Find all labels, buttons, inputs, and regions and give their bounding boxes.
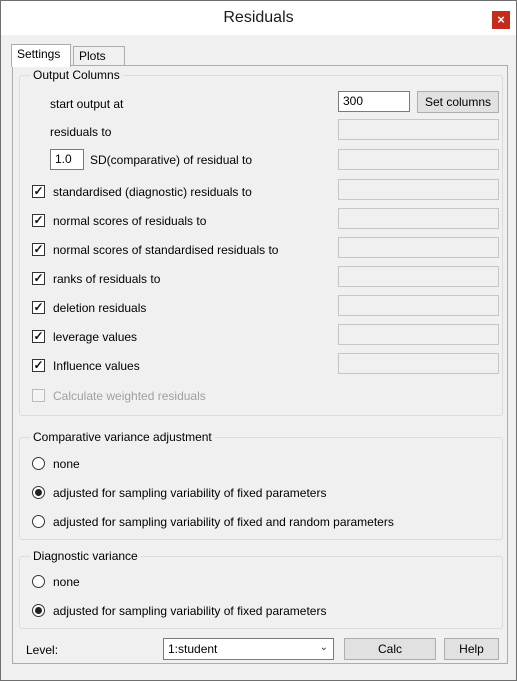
label-influence-values: Influence values — [53, 359, 140, 373]
checkbox-ranks[interactable]: ✓ — [32, 272, 45, 285]
calc-button[interactable]: Calc — [344, 638, 436, 660]
field-ranks[interactable] — [338, 266, 499, 287]
close-button[interactable]: × — [492, 11, 510, 29]
radio-button-comparative-fixed[interactable] — [32, 486, 45, 499]
field-standardised-residuals[interactable] — [338, 179, 499, 200]
diagnostic-variance-group: Diagnostic variance none adjusted for sa… — [19, 549, 503, 629]
field-deletion-residuals[interactable] — [338, 295, 499, 316]
set-columns-button[interactable]: Set columns — [417, 91, 499, 113]
comparative-variance-title: Comparative variance adjustment — [30, 430, 215, 444]
label-normal-scores: normal scores of residuals to — [53, 214, 207, 228]
label-comparative-fixed: adjusted for sampling variability of fix… — [53, 486, 327, 500]
residuals-to-field[interactable] — [338, 119, 499, 140]
checkbox-weighted-residuals — [32, 389, 45, 402]
close-icon: × — [497, 12, 505, 27]
start-output-label: start output at — [50, 97, 124, 111]
field-leverage-values[interactable] — [338, 324, 499, 345]
residuals-window: Residuals × Settings Plots Output Column… — [0, 0, 517, 681]
field-influence-values[interactable] — [338, 353, 499, 374]
level-value: 1:student — [168, 642, 218, 656]
label-standardised-residuals: standardised (diagnostic) residuals to — [53, 185, 252, 199]
checkbox-normal-scores[interactable]: ✓ — [32, 214, 45, 227]
sd-label: SD(comparative) of residual to — [90, 153, 253, 167]
checkbox-leverage-values[interactable]: ✓ — [32, 330, 45, 343]
label-weighted-residuals: Calculate weighted residuals — [53, 389, 206, 403]
checkbox-influence-values[interactable]: ✓ — [32, 359, 45, 372]
sd-target-field[interactable] — [338, 149, 499, 170]
radio-button-comparative-none[interactable] — [32, 457, 45, 470]
label-diagnostic-none: none — [53, 575, 80, 589]
help-button[interactable]: Help — [444, 638, 499, 660]
field-normal-scores[interactable] — [338, 208, 499, 229]
output-columns-group: Output Columns start output at 300 Set c… — [19, 68, 503, 416]
label-normal-scores-standardised: normal scores of standardised residuals … — [53, 243, 279, 257]
label-deletion-residuals: deletion residuals — [53, 301, 147, 315]
radio-button-diagnostic-fixed[interactable] — [32, 604, 45, 617]
level-label: Level: — [26, 643, 59, 657]
comparative-variance-group: Comparative variance adjustment none adj… — [19, 430, 503, 540]
chevron-down-icon: ⌄ — [319, 642, 328, 653]
residuals-to-label: residuals to — [50, 125, 112, 139]
checkbox-deletion-residuals[interactable]: ✓ — [32, 301, 45, 314]
label-leverage-values: leverage values — [53, 330, 138, 344]
window-title: Residuals — [223, 9, 294, 26]
start-output-input[interactable]: 300 — [338, 91, 410, 112]
label-comparative-none: none — [53, 457, 80, 471]
label-ranks: ranks of residuals to — [53, 272, 161, 286]
label-diagnostic-fixed: adjusted for sampling variability of fix… — [53, 604, 327, 618]
checkbox-normal-scores-standardised[interactable]: ✓ — [32, 243, 45, 256]
tab-settings[interactable]: Settings — [11, 44, 71, 67]
tab-plots-label: Plots — [79, 49, 106, 63]
checkbox-standardised-residuals[interactable]: ✓ — [32, 185, 45, 198]
radio-button-comparative-fixed-random[interactable] — [32, 515, 45, 528]
settings-panel: Output Columns start output at 300 Set c… — [12, 65, 508, 664]
label-comparative-fixed-random: adjusted for sampling variability of fix… — [53, 515, 394, 529]
output-columns-title: Output Columns — [30, 68, 123, 82]
level-select[interactable]: 1:student ⌄ — [163, 638, 334, 660]
diagnostic-variance-title: Diagnostic variance — [30, 549, 141, 563]
title-bar[interactable]: Residuals × — [1, 1, 516, 35]
radio-selected-indicator — [35, 607, 42, 614]
sd-value-input[interactable]: 1.0 — [50, 149, 84, 170]
tab-settings-label: Settings — [17, 47, 61, 61]
radio-button-diagnostic-none[interactable] — [32, 575, 45, 588]
tab-plots[interactable]: Plots — [73, 46, 125, 66]
field-normal-scores-standardised[interactable] — [338, 237, 499, 258]
radio-selected-indicator — [35, 489, 42, 496]
